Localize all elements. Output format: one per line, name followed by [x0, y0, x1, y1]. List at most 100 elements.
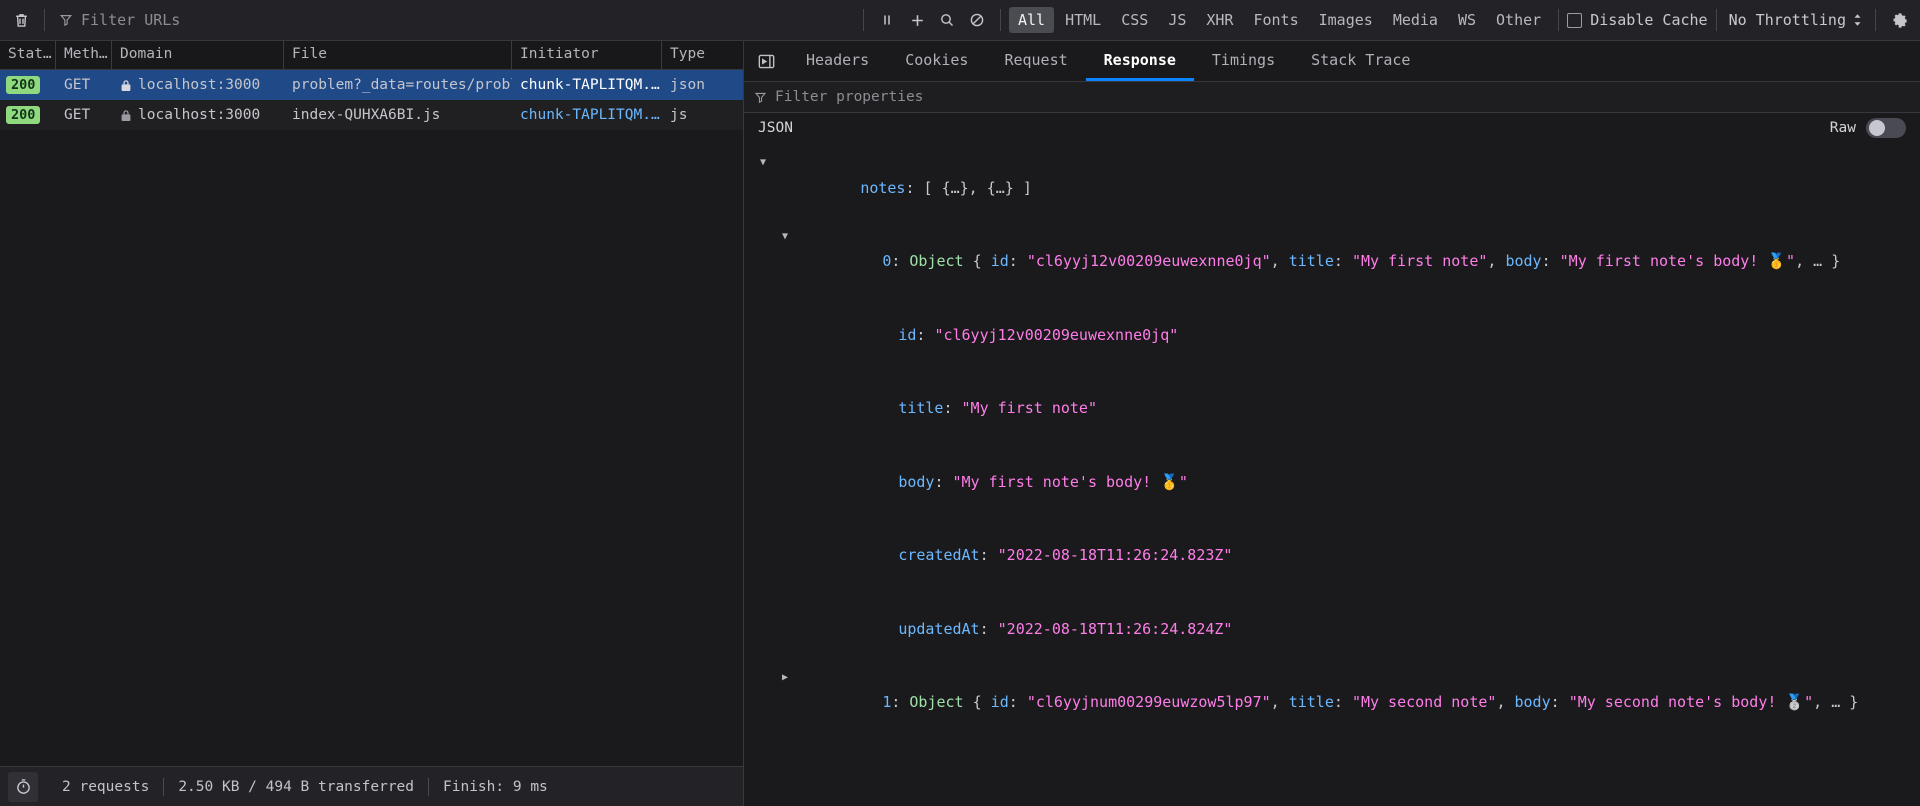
expand-triangle-closed-icon[interactable]: ▶	[778, 666, 792, 691]
filter-urls-input[interactable]: Filter URLs	[53, 6, 855, 34]
row-initiator-cell[interactable]: chunk-TAPLITQM.…	[512, 100, 662, 130]
json-key-title: title	[898, 399, 944, 417]
json-preview-ellipsis-0: , … }	[1795, 252, 1841, 270]
json-preview-body-key-0: body	[1505, 252, 1542, 270]
tab-response[interactable]: Response	[1085, 41, 1194, 81]
type-filter-media[interactable]: Media	[1384, 7, 1447, 33]
tab-timings[interactable]: Timings	[1194, 41, 1293, 81]
request-list-empty-area	[0, 130, 743, 766]
json-value-title: "My first note"	[961, 399, 1097, 417]
filter-properties-input[interactable]: Filter properties	[744, 82, 1920, 113]
raw-toggle[interactable]: Raw	[1830, 118, 1906, 138]
disable-cache-checkbox[interactable]: Disable Cache	[1567, 11, 1708, 29]
network-toolbar: Filter URLs All HTML CSS JS XHR Fonts Im…	[0, 0, 1920, 41]
json-row-notes[interactable]: ▼ notes: [ {…}, {…} ]	[744, 151, 1920, 225]
table-row[interactable]: 200 GET localhost:3000 problem?_data=rou…	[0, 70, 743, 100]
filter-icon	[754, 92, 767, 103]
json-open-brace-0: {	[963, 252, 991, 270]
json-label: JSON	[758, 120, 793, 136]
column-header-type[interactable]: Type	[662, 41, 742, 69]
gear-icon[interactable]	[1884, 5, 1914, 35]
type-filter-js[interactable]: JS	[1159, 7, 1195, 33]
toolbar-divider-6	[1875, 9, 1876, 31]
type-filter-images[interactable]: Images	[1310, 7, 1382, 33]
toolbar-divider-3	[1000, 9, 1001, 31]
json-key-notes: notes	[860, 178, 906, 197]
checkbox-box	[1567, 12, 1583, 28]
table-row[interactable]: 200 GET localhost:3000 index-QUHXA6BI.js…	[0, 100, 743, 130]
chevron-updown-icon	[1854, 14, 1861, 26]
column-header-file[interactable]: File	[284, 41, 512, 69]
filter-properties-placeholder: Filter properties	[775, 89, 924, 105]
json-type-0: Object	[909, 252, 964, 270]
type-filter-xhr[interactable]: XHR	[1197, 7, 1242, 33]
row-type-cell: js	[670, 107, 688, 123]
raw-switch-knob	[1869, 120, 1885, 136]
json-preview-title-val-1: "My second note"	[1351, 693, 1497, 711]
row-initiator-cell[interactable]: chunk-TAPLITQM.…	[512, 70, 662, 100]
expand-triangle-open-icon[interactable]: ▼	[778, 225, 792, 250]
row-domain-cell: localhost:3000	[112, 100, 284, 130]
json-preview-body-head-1: "My second note's	[1568, 693, 1723, 711]
json-preview-id-val-1: "cl6yyjnum00299euwzow5lp97"	[1026, 693, 1271, 711]
json-key-body: body	[898, 472, 935, 491]
block-requests-icon[interactable]	[962, 5, 992, 35]
json-index-0: 0	[882, 252, 892, 270]
tab-headers[interactable]: Headers	[788, 41, 887, 81]
row-status-cell: 200	[0, 70, 56, 100]
type-filter-group: All HTML CSS JS XHR Fonts Images Media W…	[1009, 7, 1550, 33]
type-filter-other[interactable]: Other	[1487, 7, 1550, 33]
row-file-cell: index-QUHXA6BI.js	[292, 107, 441, 123]
type-filter-css[interactable]: CSS	[1112, 7, 1157, 33]
json-value-id: "cl6yyj12v00209euwexnne0jq"	[934, 325, 1179, 344]
expand-triangle-open-icon[interactable]: ▼	[756, 151, 770, 176]
toolbar-divider-2	[863, 9, 864, 31]
tab-request[interactable]: Request	[986, 41, 1085, 81]
main-split: Stat… Meth… Domain File Initiator Type 2…	[0, 41, 1920, 806]
column-header-method[interactable]: Meth…	[56, 41, 112, 69]
clear-requests-button[interactable]	[6, 5, 36, 35]
row-domain-cell: localhost:3000	[112, 70, 284, 100]
type-filter-html[interactable]: HTML	[1056, 7, 1110, 33]
pause-button[interactable]	[872, 5, 902, 35]
search-icon[interactable]	[932, 5, 962, 35]
json-type-1: Object	[909, 693, 964, 711]
json-row-property[interactable]: body: "My first note's body! 🥇"	[796, 445, 1920, 519]
finish-time: Finish: 9 ms	[443, 778, 548, 795]
json-notes-preview: : [ {…}, {…} ]	[905, 178, 1032, 197]
json-value-updatedAt: "2022-08-18T11:26:24.824Z"	[997, 619, 1233, 638]
column-header-initiator[interactable]: Initiator	[512, 41, 662, 69]
json-key-id: id	[898, 325, 917, 344]
tab-cookies[interactable]: Cookies	[887, 41, 986, 81]
column-header-status[interactable]: Stat…	[0, 41, 56, 69]
details-tabbar: Headers Cookies Request Response Timings…	[744, 41, 1920, 82]
json-value-createdAt: "2022-08-18T11:26:24.823Z"	[997, 546, 1233, 564]
type-filter-all[interactable]: All	[1009, 7, 1055, 33]
stopwatch-icon[interactable]	[8, 771, 38, 802]
column-header-domain[interactable]: Domain	[112, 41, 284, 69]
raw-switch[interactable]	[1866, 118, 1906, 138]
json-value-body: "My first note's body! 🥇"	[952, 472, 1188, 491]
json-row-property[interactable]: title: "My first note"	[796, 372, 1920, 446]
json-row-property[interactable]: id: "cl6yyj12v00209euwexnne0jq"	[796, 298, 1920, 372]
request-details-pane: Headers Cookies Request Response Timings…	[744, 41, 1920, 806]
json-key-createdAt: createdAt	[898, 546, 980, 564]
type-filter-fonts[interactable]: Fonts	[1244, 7, 1307, 33]
json-row-object-0[interactable]: ▼ 0: Object { id: "cl6yyj12v00209euwexnn…	[766, 225, 1920, 299]
json-row-object-1[interactable]: ▶ 1: Object { id: "cl6yyjnum00299euwzow5…	[766, 666, 1920, 740]
json-preview-body-key-1: body	[1514, 693, 1551, 711]
throttling-dropdown[interactable]: No Throttling	[1725, 8, 1867, 32]
disable-cache-label: Disable Cache	[1590, 11, 1708, 29]
new-request-button[interactable]	[902, 5, 932, 35]
json-preview-id-val-0: "cl6yyj12v00209euwexnne0jq"	[1026, 252, 1271, 270]
json-preview-ellipsis-1: , … }	[1813, 693, 1859, 711]
type-filter-ws[interactable]: WS	[1449, 7, 1485, 33]
toggle-sidebar-icon[interactable]	[744, 41, 788, 81]
throttling-label: No Throttling	[1728, 11, 1846, 29]
request-list-pane: Stat… Meth… Domain File Initiator Type 2…	[0, 41, 744, 806]
json-row-property[interactable]: updatedAt: "2022-08-18T11:26:24.824Z"	[796, 592, 1920, 666]
json-key-updatedAt: updatedAt	[898, 619, 980, 638]
json-row-property[interactable]: createdAt: "2022-08-18T11:26:24.823Z"	[796, 519, 1920, 593]
json-viewer: ▼ notes: [ {…}, {…} ] ▼ 0: Object { id: …	[744, 143, 1920, 806]
tab-stack-trace[interactable]: Stack Trace	[1293, 41, 1428, 81]
